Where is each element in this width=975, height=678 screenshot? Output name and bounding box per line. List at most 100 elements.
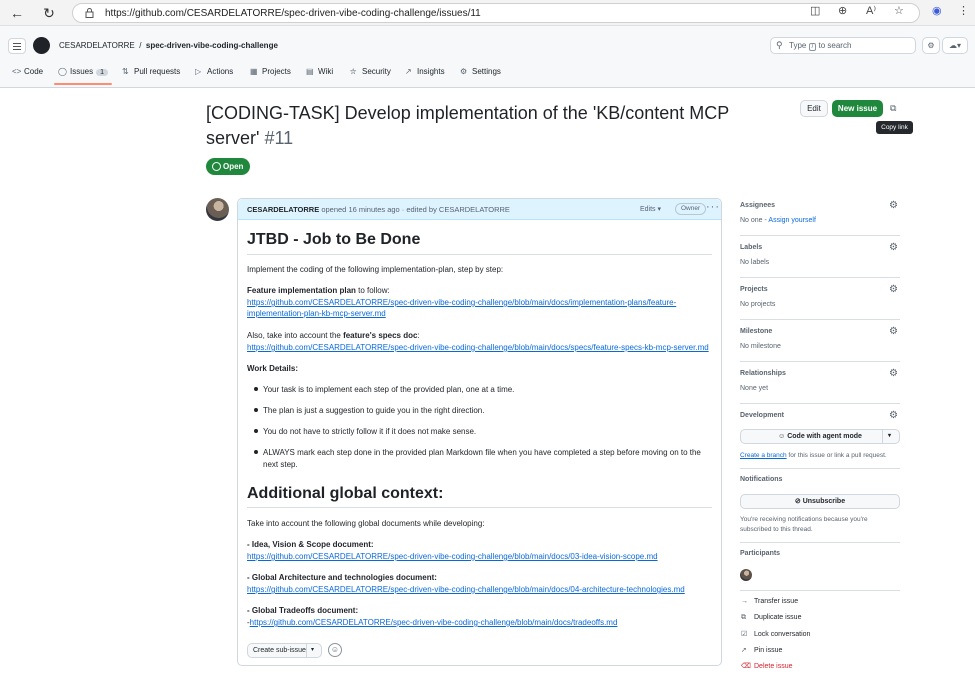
kebab-menu-icon[interactable]: ··· <box>706 201 720 213</box>
create-branch-link[interactable]: Create a branch <box>740 452 787 459</box>
development-gear-icon[interactable]: ⚙ <box>889 410 898 421</box>
tab-actions[interactable]: ▷ Actions <box>195 67 233 76</box>
duplicate-issue-action[interactable]: ⧉ Duplicate issue <box>741 614 801 622</box>
tab-pull-requests[interactable]: ⇅ Pull requests <box>122 67 180 76</box>
tab-label: Projects <box>262 67 291 76</box>
copilot-icon[interactable]: ⚙ <box>922 37 940 54</box>
heading-global-context: Additional global context: <box>247 485 444 502</box>
copilot-icon: ☺ <box>778 433 786 440</box>
owner-link[interactable]: CESARDELATORRE <box>59 41 135 50</box>
sidebar-divider <box>740 468 900 469</box>
specs-post: : <box>417 331 420 340</box>
tab-wiki[interactable]: ▤ Wiki <box>306 67 333 76</box>
unsubscribe-button[interactable]: ⊘ Unsubscribe <box>740 494 900 509</box>
breadcrumb: CESARDELATORRE / spec-driven-vibe-coding… <box>59 41 278 50</box>
participant-avatar[interactable] <box>740 569 752 581</box>
address-bar[interactable]: https://github.com/CESARDELATORRE/spec-d… <box>72 3 920 23</box>
bullet-dot <box>254 429 258 433</box>
create-subissue-button[interactable]: Create sub-issue ▾ <box>247 643 322 658</box>
action-label: Transfer issue <box>754 598 799 605</box>
search-suffix: to search <box>818 41 852 50</box>
transfer-issue-action[interactable]: → Transfer issue <box>741 598 798 605</box>
copy-link-icon[interactable]: ⧉ <box>890 103 900 113</box>
doc3-line: -https://github.com/CESARDELATORRE/spec-… <box>247 617 617 628</box>
tab-label: Insights <box>417 67 445 76</box>
zoom-icon[interactable]: ⊕ <box>838 4 847 17</box>
repo-link[interactable]: spec-driven-vibe-coding-challenge <box>146 41 278 50</box>
pin-issue-action[interactable]: ➚ Pin issue <box>741 646 782 654</box>
assignees-gear-icon[interactable]: ⚙ <box>889 200 898 211</box>
copy-link-tooltip: Copy link <box>876 121 913 134</box>
tab-insights[interactable]: ↗ Insights <box>405 67 445 76</box>
chevron-down-icon[interactable]: ▾ <box>888 430 891 443</box>
read-aloud-icon[interactable]: A⁾ <box>866 4 876 17</box>
labels-gear-icon[interactable]: ⚙ <box>889 242 898 253</box>
milestone-title: Milestone <box>740 328 773 335</box>
lock-conversation-action[interactable]: ☑ Lock conversation <box>741 630 810 638</box>
comment-header: CESARDELATORRE opened 16 minutes ago · e… <box>238 199 721 220</box>
specs-link[interactable]: https://github.com/CESARDELATORRE/spec-d… <box>247 342 709 353</box>
status-text: Open <box>223 162 244 171</box>
feature-plan-link[interactable]: https://github.com/CESARDELATORRE/spec-d… <box>247 297 676 308</box>
sidebar-divider <box>740 590 900 591</box>
chevron-down-icon[interactable]: ▾ <box>311 644 314 657</box>
edits-dropdown[interactable]: Edits ▾ <box>640 205 661 213</box>
url-text: https://github.com/CESARDELATORRE/spec-d… <box>105 8 481 19</box>
labels-value: No labels <box>740 259 770 266</box>
tab-code[interactable]: <> Code <box>12 67 43 76</box>
more-icon[interactable]: ⋮ <box>958 4 969 17</box>
edit-title-button[interactable]: Edit <box>800 100 828 117</box>
relationships-value: None yet <box>740 385 769 392</box>
sidebar-divider <box>740 542 900 543</box>
cloud-dropdown-icon[interactable]: ☁▾ <box>942 37 968 54</box>
tab-issues[interactable]: ◯ Issues 1 <box>58 67 109 76</box>
tab-settings[interactable]: ⚙ Settings <box>460 67 501 76</box>
favorite-star-icon[interactable]: ☆ <box>894 4 904 17</box>
doc3-link[interactable]: https://github.com/CESARDELATORRE/spec-d… <box>250 618 618 627</box>
milestone-gear-icon[interactable]: ⚙ <box>889 326 898 337</box>
pin-icon: ➚ <box>741 647 747 654</box>
list-item: You do not have to strictly follow it if… <box>263 427 477 436</box>
edits-label: Edits <box>640 206 656 213</box>
author-link[interactable]: CESARDELATORRE <box>247 205 319 214</box>
search-input[interactable]: ⚲ Type / to search <box>770 37 916 54</box>
bell-slash-icon: ⊘ <box>794 498 801 505</box>
issue-number: #11 <box>264 128 294 148</box>
unsubscribe-label: Unsubscribe <box>802 498 846 505</box>
reload-icon[interactable]: ↻ <box>40 4 58 22</box>
delete-issue-action[interactable]: ⌫ Delete issue <box>741 662 793 670</box>
assignees-value: No one - Assign yourself <box>740 217 816 224</box>
arrow-right-icon: → <box>741 598 748 605</box>
doc1-link[interactable]: https://github.com/CESARDELATORRE/spec-d… <box>247 551 658 562</box>
lock-icon: ☑ <box>741 631 748 638</box>
back-arrow-icon[interactable]: ← <box>8 4 26 22</box>
relationships-gear-icon[interactable]: ⚙ <box>889 368 898 379</box>
new-issue-button[interactable]: New issue <box>832 100 883 117</box>
hamburger-menu-icon[interactable] <box>8 38 26 54</box>
tab-projects[interactable]: ▦ Projects <box>250 67 291 76</box>
github-logo-icon[interactable] <box>33 37 50 54</box>
search-prefix: Type <box>789 41 807 50</box>
button-split <box>306 644 307 657</box>
specs-label: Also, take into account the feature's sp… <box>247 330 420 341</box>
assign-yourself-link[interactable]: Assign yourself <box>768 217 815 224</box>
action-label: Duplicate issue <box>754 614 802 621</box>
feature-plan-link-cont[interactable]: implementation-plan-kb-mcp-server.md <box>247 308 386 319</box>
add-reaction-icon[interactable]: ☺ <box>328 643 342 657</box>
intro-text: Implement the coding of the following im… <box>247 265 504 274</box>
code-icon: <> <box>12 67 22 76</box>
projects-gear-icon[interactable]: ⚙ <box>889 284 898 295</box>
doc2-link[interactable]: https://github.com/CESARDELATORRE/spec-d… <box>247 584 685 595</box>
sidebar-divider <box>740 361 900 362</box>
notifications-title: Notifications <box>740 476 783 483</box>
create-branch-rest: for this issue or link a pull request. <box>786 452 887 459</box>
profile-icon[interactable]: ◉ <box>932 4 942 17</box>
code-with-agent-button[interactable]: ☺ Code with agent mode ▾ <box>740 429 900 444</box>
bullet-dot <box>254 387 258 391</box>
author-avatar[interactable] <box>206 198 229 221</box>
tab-security[interactable]: ⛦ Security <box>350 67 391 77</box>
assignees-title: Assignees <box>740 202 776 209</box>
work-details-label: Work Details: <box>247 364 298 373</box>
heading-divider <box>247 507 712 508</box>
reader-view-icon[interactable]: ◫ <box>810 4 820 17</box>
